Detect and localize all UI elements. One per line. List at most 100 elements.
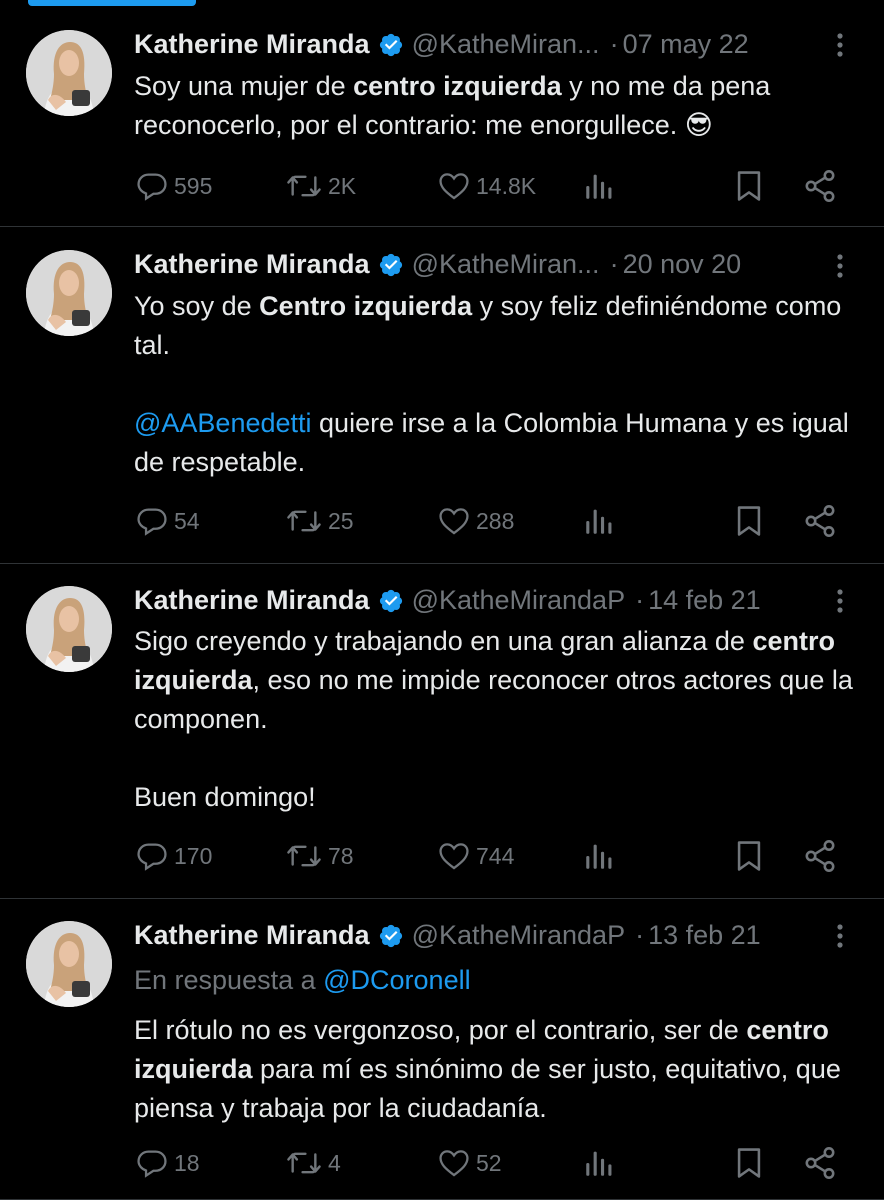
views-button[interactable] xyxy=(582,503,616,539)
share-button[interactable] xyxy=(802,1145,838,1181)
text-segment: El rótulo no es vergonzoso, por el contr… xyxy=(134,1015,747,1045)
repost-count: 4 xyxy=(328,1149,341,1176)
tweet-paragraph: Buen domingo! xyxy=(134,778,854,817)
share-icon xyxy=(802,838,838,874)
action-bar: 18 4 52 xyxy=(134,1145,854,1181)
views-button[interactable] xyxy=(582,1145,616,1181)
reply-button[interactable]: 170 xyxy=(134,838,212,874)
tweet-text: Yo soy de Centro izquierda y soy feliz d… xyxy=(134,287,854,482)
tweet-date[interactable]: 20 nov 20 xyxy=(623,249,742,279)
tweet-paragraph: Sigo creyendo y trabajando en una gran a… xyxy=(134,622,854,739)
tweet-text: El rótulo no es vergonzoso, por el contr… xyxy=(134,1011,854,1128)
tweet-date[interactable]: 13 feb 21 xyxy=(648,920,761,950)
verified-badge-icon xyxy=(378,922,404,958)
tweet-date[interactable]: 14 feb 21 xyxy=(648,585,761,615)
bookmark-button[interactable] xyxy=(732,1145,766,1181)
tweet-date[interactable]: 07 may 22 xyxy=(623,29,749,59)
more-options-icon[interactable] xyxy=(830,30,850,60)
like-count: 52 xyxy=(476,1149,502,1176)
views-icon xyxy=(582,1146,616,1180)
action-bar: 170 78 744 xyxy=(134,838,854,874)
author-handle[interactable]: @KatheMiran... xyxy=(412,29,600,59)
bookmark-button[interactable] xyxy=(732,838,766,874)
tweet-text: Soy una mujer de centro izquierda y no m… xyxy=(134,67,854,145)
author-name[interactable]: Katherine Miranda xyxy=(134,585,370,615)
repost-icon xyxy=(284,1146,324,1180)
separator-dot: · xyxy=(635,585,645,615)
like-count: 744 xyxy=(476,842,515,869)
reply-count: 170 xyxy=(174,842,213,869)
repost-button[interactable]: 25 xyxy=(284,503,354,539)
repost-button[interactable]: 2K xyxy=(284,168,356,204)
author-name[interactable]: Katherine Miranda xyxy=(134,920,370,950)
bookmark-icon xyxy=(732,1145,766,1181)
reply-count: 18 xyxy=(174,1149,200,1176)
tweet-paragraph: Soy una mujer de centro izquierda y no m… xyxy=(134,67,854,145)
tweet-header: Katherine Miranda @KatheMiran... · 07 may 2… xyxy=(134,26,854,62)
avatar[interactable] xyxy=(26,921,112,1007)
reply-count: 54 xyxy=(174,507,200,534)
author-handle[interactable]: @KatheMirandaP xyxy=(412,920,626,950)
share-icon xyxy=(802,1145,838,1181)
repost-icon xyxy=(284,169,324,203)
like-button[interactable]: 52 xyxy=(436,1145,502,1181)
more-options-icon[interactable] xyxy=(830,921,850,951)
bookmark-button[interactable] xyxy=(732,168,766,204)
author-handle[interactable]: @KatheMiran... xyxy=(412,249,600,279)
tweet-text: Sigo creyendo y trabajando en una gran a… xyxy=(134,622,854,817)
more-options-icon[interactable] xyxy=(830,586,850,616)
author-handle[interactable]: @KatheMirandaP xyxy=(412,585,626,615)
verified-badge-icon xyxy=(378,251,404,287)
bookmark-icon xyxy=(732,838,766,874)
share-button[interactable] xyxy=(802,838,838,874)
views-button[interactable] xyxy=(582,168,616,204)
repost-button[interactable]: 4 xyxy=(284,1145,341,1181)
like-icon xyxy=(436,839,472,873)
reply-context: En respuesta a @DCoronell xyxy=(134,961,854,1000)
tweet[interactable]: Katherine Miranda @KatheMirandaP · 13 feb 2… xyxy=(0,899,884,1200)
reply-prefix: En respuesta a xyxy=(134,965,324,995)
avatar[interactable] xyxy=(26,30,112,116)
repost-count: 25 xyxy=(328,507,354,534)
mention-link[interactable]: @AABenedetti xyxy=(134,408,312,438)
views-button[interactable] xyxy=(582,838,616,874)
tweet[interactable]: Katherine Miranda @KatheMiran... · 07 may 2… xyxy=(0,0,884,227)
separator-dot: · xyxy=(635,920,645,950)
author-name[interactable]: Katherine Miranda xyxy=(134,29,370,59)
reply-to-mention[interactable]: @DCoronell xyxy=(323,965,470,995)
like-button[interactable]: 14.8K xyxy=(436,168,536,204)
tweet[interactable]: Katherine Miranda @KatheMirandaP · 14 feb 2… xyxy=(0,564,884,899)
like-button[interactable]: 288 xyxy=(436,503,514,539)
text-segment: Yo soy de xyxy=(134,291,260,321)
avatar[interactable] xyxy=(26,586,112,672)
repost-icon xyxy=(284,504,324,538)
separator-dot: · xyxy=(609,29,619,59)
bookmark-icon xyxy=(732,503,766,539)
reply-button[interactable]: 595 xyxy=(134,168,212,204)
share-button[interactable] xyxy=(802,503,838,539)
repost-button[interactable]: 78 xyxy=(284,838,354,874)
avatar[interactable] xyxy=(26,250,112,336)
verified-badge-icon xyxy=(378,587,404,623)
share-icon xyxy=(802,503,838,539)
author-name[interactable]: Katherine Miranda xyxy=(134,249,370,279)
text-segment: Buen domingo! xyxy=(134,782,316,812)
like-button[interactable]: 744 xyxy=(436,838,514,874)
repost-count: 2K xyxy=(328,172,357,199)
tweet-paragraph: El rótulo no es vergonzoso, por el contr… xyxy=(134,1011,854,1128)
more-options-icon[interactable] xyxy=(830,251,850,281)
tweet[interactable]: Katherine Miranda @KatheMiran... · 20 nov 2… xyxy=(0,227,884,564)
views-icon xyxy=(582,504,616,538)
views-icon xyxy=(582,169,616,203)
reply-icon xyxy=(134,839,170,873)
reply-button[interactable]: 54 xyxy=(134,503,200,539)
reply-button[interactable]: 18 xyxy=(134,1145,200,1181)
reply-icon xyxy=(134,504,170,538)
tweet-paragraph: Yo soy de Centro izquierda y soy feliz d… xyxy=(134,287,854,365)
bookmark-button[interactable] xyxy=(732,503,766,539)
tweet-paragraph: @AABenedetti quiere irse a la Colombia H… xyxy=(134,404,854,482)
share-button[interactable] xyxy=(802,168,838,204)
repost-icon xyxy=(284,839,324,873)
